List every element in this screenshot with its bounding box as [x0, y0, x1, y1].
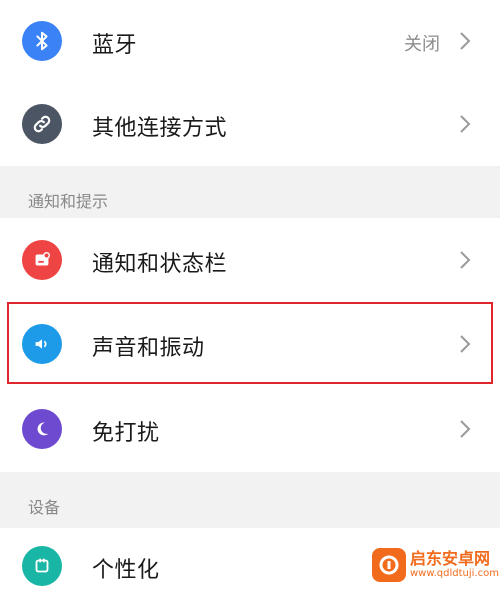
- bluetooth-label: 蓝牙: [92, 33, 138, 58]
- watermark: 启东安卓网 www.qdldtuji.com: [372, 548, 499, 582]
- moon-icon: [22, 409, 62, 449]
- chevron-right-icon: [460, 251, 471, 269]
- section-title: 设备: [28, 498, 61, 517]
- chevron-right-icon: [460, 335, 471, 353]
- palette-icon: [22, 546, 62, 586]
- chevron-right-icon: [460, 32, 471, 50]
- do-not-disturb-label: 免打扰: [92, 421, 160, 446]
- bluetooth-icon: [22, 21, 62, 61]
- sound-vibration-row[interactable]: 声音和振动: [0, 302, 500, 386]
- watermark-logo-icon: [372, 548, 406, 582]
- notifications-row[interactable]: 通知和状态栏: [0, 218, 500, 302]
- personalize-label: 个性化: [92, 558, 160, 583]
- other-connections-row[interactable]: 其他连接方式: [0, 82, 500, 166]
- section-header-notifications: 通知和提示: [0, 166, 500, 218]
- section-title: 通知和提示: [28, 192, 109, 211]
- bluetooth-status: 关闭: [404, 34, 440, 55]
- speaker-icon: [22, 324, 62, 364]
- watermark-title: 启东安卓网: [410, 549, 491, 568]
- chevron-right-icon: [460, 420, 471, 438]
- sound-vibration-label: 声音和振动: [92, 336, 205, 361]
- other-connections-label: 其他连接方式: [92, 116, 228, 141]
- do-not-disturb-row[interactable]: 免打扰: [0, 386, 500, 472]
- section-header-device: 设备: [0, 472, 500, 528]
- chevron-right-icon: [460, 115, 471, 133]
- watermark-url: www.qdldtuji.com: [410, 568, 499, 579]
- notification-icon: [22, 240, 62, 280]
- notifications-label: 通知和状态栏: [92, 252, 228, 277]
- settings-screen: 蓝牙 关闭 其他连接方式 通知和提示 通知和状态栏 声音和振动 免打扰 设备 个…: [0, 0, 500, 592]
- bluetooth-row[interactable]: 蓝牙 关闭: [0, 0, 500, 82]
- link-icon: [22, 104, 62, 144]
